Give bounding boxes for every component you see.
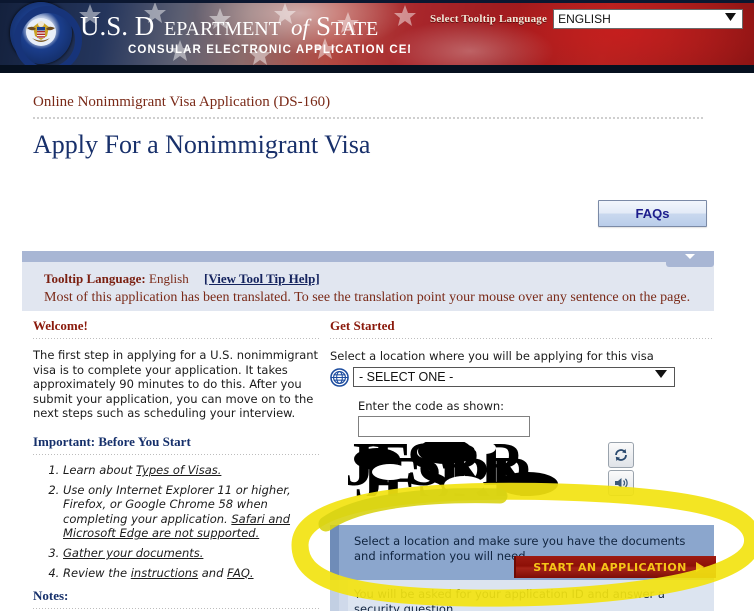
page-title: Apply For a Nonimmigrant Visa [33, 130, 371, 159]
important-heading: Important: Before You Start [33, 433, 191, 449]
arrow-right-icon [696, 562, 704, 572]
types-of-visas-link[interactable]: Types of Visas. [136, 463, 221, 477]
list-item: Use only Internet Explorer 11 or higher,… [63, 483, 321, 541]
step-text-mid: and [198, 565, 228, 580]
svg-text:U.S. D: U.S. D [80, 11, 154, 41]
tooltip-language-control[interactable]: Select Tooltip Language ENGLISH [430, 9, 744, 29]
eagle-glyph [26, 18, 56, 46]
left-column: Welcome! The first step in applying for … [33, 318, 321, 611]
welcome-heading: Welcome! [33, 318, 88, 333]
start-panel-left-edge [330, 525, 339, 580]
get-started-heading: Get Started [330, 318, 395, 333]
action-panel: Select a location and make sure you have… [330, 525, 716, 611]
svg-text:of: of [291, 15, 313, 40]
right-column: Get Started Select a location where you … [330, 318, 716, 611]
svg-text:TATE: TATE [331, 18, 378, 40]
location-select[interactable]: - SELECT ONE - [353, 367, 675, 387]
instructions-link[interactable]: instructions [131, 566, 198, 580]
retrieve-panel-left-edge [330, 580, 339, 611]
ceac-ds160-page: U.S. D EPARTMENT of S TATE CONSULAR ELEC… [0, 0, 754, 611]
header-top-rule [0, 0, 754, 3]
tooltip-banner: Tooltip Language: English [View Tool Tip… [22, 251, 714, 311]
tooltip-language-line: Tooltip Language: English [View Tool Tip… [44, 271, 320, 287]
welcome-text: The first step in applying for a U.S. no… [33, 348, 319, 421]
department-of-state-wordmark: U.S. D EPARTMENT of S TATE CONSULAR ELEC… [80, 11, 410, 56]
chevron-down-icon [685, 254, 695, 259]
tooltip-language-label: Tooltip Language: [44, 271, 146, 286]
captcha-code-label: Enter the code as shown: [358, 399, 505, 413]
site-header: U.S. D EPARTMENT of S TATE CONSULAR ELEC… [0, 0, 754, 73]
gather-your-documents-link[interactable]: Gather your documents. [63, 546, 203, 560]
captcha-code-input[interactable] [358, 416, 530, 437]
tooltip-language-value: ENGLISH [558, 12, 611, 26]
speaker-icon [615, 478, 628, 488]
captcha-refresh-button[interactable] [608, 442, 634, 468]
start-an-application-button[interactable]: START AN APPLICATION [514, 556, 716, 578]
faqs-button[interactable]: FAQs [598, 200, 707, 227]
list-item: Review the instructions and FAQ. [63, 566, 321, 581]
retrieve-panel-text: You will be asked for your application I… [354, 587, 665, 611]
page-body: Online Nonimmigrant Visa Application (DS… [0, 73, 754, 611]
svg-text:EPARTMENT: EPARTMENT [164, 18, 281, 40]
captcha-image: JFSRR JFSRR [348, 442, 596, 496]
tooltip-message: Most of this application has been transl… [44, 290, 691, 305]
tooltip-collapse-toggle[interactable] [666, 251, 714, 267]
notes-heading: Notes: [33, 588, 69, 604]
get-started-rule [330, 338, 714, 339]
chevron-down-icon [655, 370, 667, 378]
globe-icon [330, 367, 349, 387]
notes-rule [33, 608, 321, 610]
tooltip-banner-topbar [22, 251, 714, 262]
tooltip-language-value: English [149, 271, 189, 286]
tooltip-language-select[interactable]: ENGLISH [553, 9, 744, 29]
location-select-value: - SELECT ONE - [359, 370, 454, 384]
faq-link[interactable]: FAQ. [227, 566, 254, 580]
step-text: Learn about [63, 462, 137, 477]
breadcrumb: Online Nonimmigrant Visa Application (DS… [33, 94, 331, 110]
header-bottom-rule [0, 65, 754, 73]
important-rule [33, 453, 321, 455]
svg-text:CONSULAR ELECTRONIC APPLICATIO: CONSULAR ELECTRONIC APPLICATION CENTER [128, 44, 410, 56]
chevron-down-icon [725, 13, 737, 21]
captcha-widget: JFSRR JFSRR [348, 442, 660, 496]
before-you-start-list: Learn about Types of Visas. Use only Int… [33, 463, 321, 580]
breadcrumb-rule [33, 117, 705, 119]
location-label: Select a location where you will be appl… [330, 349, 654, 363]
captcha-audio-button[interactable] [608, 470, 634, 496]
tooltip-language-label: Select Tooltip Language [430, 13, 548, 25]
step-text: Review the [63, 565, 131, 580]
list-item: Learn about Types of Visas. [63, 463, 321, 478]
svg-text:S: S [316, 11, 331, 41]
location-select-row: - SELECT ONE - [330, 367, 714, 387]
retrieve-panel-left-edge-2 [339, 580, 348, 611]
welcome-rule [33, 338, 321, 339]
great-seal-icon [4, 2, 82, 73]
start-an-application-label: START AN APPLICATION [533, 560, 687, 574]
refresh-icon [615, 449, 627, 461]
view-tool-tip-help-link[interactable]: [View Tool Tip Help] [204, 271, 320, 286]
list-item: Gather your documents. [63, 546, 321, 561]
